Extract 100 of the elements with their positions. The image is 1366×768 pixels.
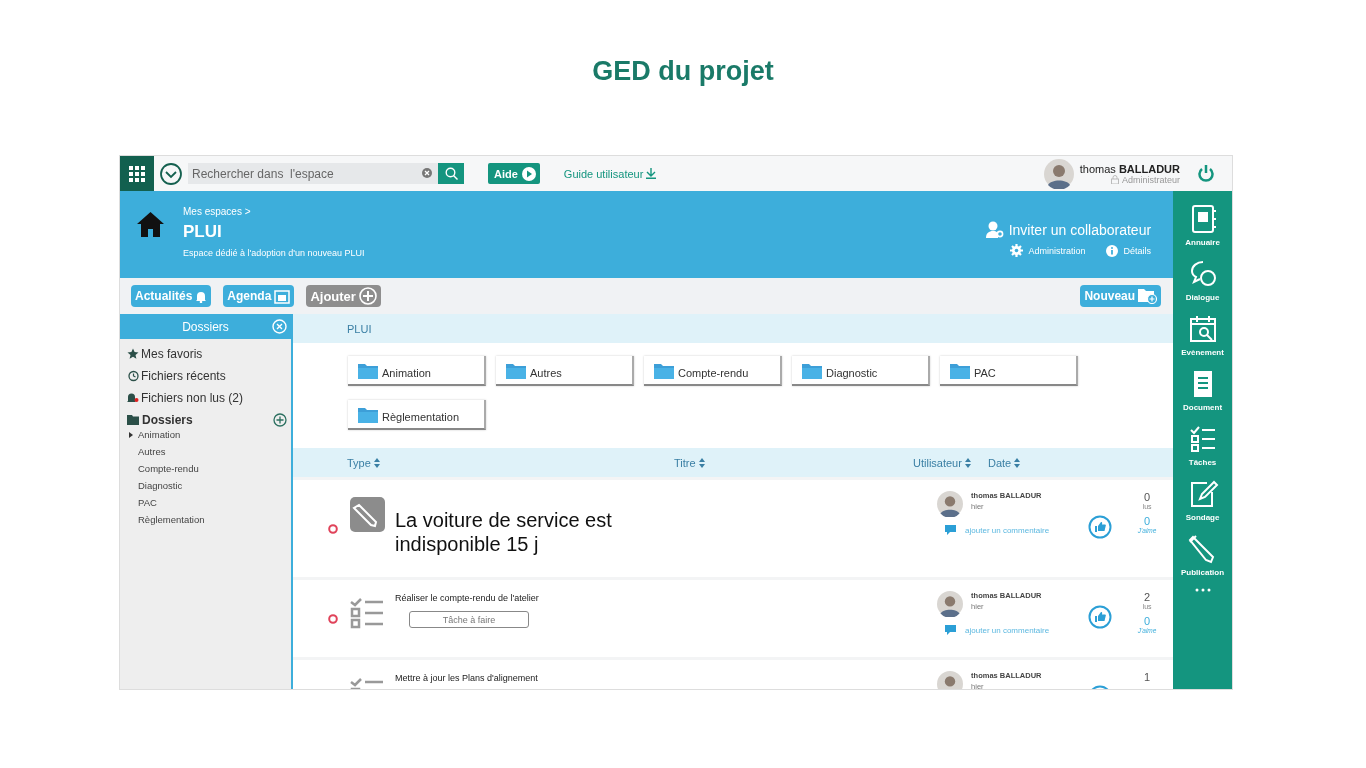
read-count: 1: [1144, 671, 1151, 683]
comment-icon: [945, 625, 957, 635]
user-name: thomas BALLADUR: [1079, 162, 1180, 175]
sort-icon: [964, 457, 971, 468]
search-button[interactable]: [438, 163, 464, 184]
folder-icon: [506, 363, 526, 379]
item-title[interactable]: Réaliser le compte-rendu de l'atelier: [395, 580, 938, 603]
slide-title: GED du projet: [591, 55, 775, 88]
sort-icon: [373, 457, 380, 468]
details-link[interactable]: Détails: [1123, 245, 1152, 256]
home-icon[interactable]: [137, 212, 164, 237]
comment-icon: [945, 525, 957, 535]
folder-tile[interactable]: PAC: [940, 356, 1078, 386]
folder-icon: [802, 363, 822, 379]
tree-item[interactable]: PAC: [138, 497, 157, 508]
apps-grid-button[interactable]: [120, 156, 154, 191]
tree-item[interactable]: Autres: [138, 446, 166, 457]
toolbar-button[interactable]: Actualités: [131, 285, 212, 307]
administration-link[interactable]: Administration: [1028, 245, 1086, 256]
tree-item[interactable]: Diagnostic: [138, 480, 183, 491]
avatar-icon: [1043, 158, 1074, 189]
thumbs-up-icon: [1087, 605, 1112, 629]
avatar-icon: [937, 591, 964, 617]
tree-root[interactable]: Dossiers: [142, 413, 193, 427]
add-folder-icon[interactable]: [273, 413, 287, 427]
folder-icon: [358, 407, 378, 423]
new-folder-icon: [1138, 288, 1158, 304]
folder-tile[interactable]: Autres: [496, 356, 634, 386]
column-header[interactable]: Type: [347, 456, 380, 469]
folder-tile[interactable]: Règlementation: [348, 400, 486, 430]
panel-link[interactable]: Mes favoris: [141, 347, 203, 361]
search-icon: [444, 167, 458, 180]
checklist-icon: [350, 597, 384, 631]
info-icon: [1105, 244, 1118, 257]
add-user-icon: [985, 221, 1004, 238]
side-menu-item[interactable]: Publication: [1181, 533, 1225, 577]
task-status-button[interactable]: Tâche à faire: [409, 611, 529, 628]
folder-tile[interactable]: Compte-rendu: [644, 356, 782, 386]
side-menu-item[interactable]: Dialogue: [1185, 258, 1220, 302]
tree-item[interactable]: Compte-rendu: [138, 463, 199, 474]
user-role: Administrateur: [1121, 174, 1180, 185]
calendar-icon: [274, 288, 291, 304]
side-menu-item[interactable]: Tâches: [1186, 423, 1219, 467]
toolbar-button[interactable]: Ajouter: [306, 285, 381, 307]
help-button[interactable]: Aide: [488, 163, 540, 184]
column-header[interactable]: Titre: [674, 456, 705, 469]
panel-link[interactable]: Fichiers récents: [141, 369, 226, 383]
plus-icon: [358, 287, 377, 305]
star-icon: [127, 348, 139, 360]
tree-item[interactable]: Règlementation: [138, 514, 205, 525]
guide-link[interactable]: Guide utilisateur: [563, 167, 657, 180]
breadcrumb-link[interactable]: Mes espaces >: [183, 206, 365, 217]
read-count: 0: [1144, 491, 1151, 503]
invite-link[interactable]: Inviter un collaborateur: [1008, 221, 1152, 238]
folder-icon: [654, 363, 674, 379]
panel-title: Dossiers: [182, 319, 229, 334]
item-title[interactable]: Mettre à jour les Plans d'alignement: [395, 660, 938, 683]
folder-icon: [358, 363, 378, 379]
tree-item[interactable]: Animation: [138, 429, 181, 440]
toolbar-button[interactable]: Agenda: [223, 285, 295, 307]
power-icon[interactable]: [1198, 165, 1214, 182]
more-icon[interactable]: [1194, 588, 1211, 592]
folder-icon: [950, 363, 970, 379]
chevron-down-icon[interactable]: [160, 162, 182, 185]
side-menu-item[interactable]: Evènement: [1181, 313, 1224, 357]
side-menu-item[interactable]: Sondage: [1185, 478, 1220, 522]
item-title[interactable]: La voiture de service est indisponible 15 j: [395, 480, 645, 556]
folder-tile[interactable]: Animation: [348, 356, 486, 386]
read-count: 2: [1144, 591, 1151, 603]
folder-tile[interactable]: Diagnostic: [792, 356, 930, 386]
avatar-icon: [937, 491, 964, 517]
side-menu-item[interactable]: Annuaire: [1185, 203, 1220, 247]
history-icon: [127, 370, 139, 382]
column-header[interactable]: Date: [988, 456, 1021, 469]
download-icon: [646, 168, 657, 179]
lock-icon: [1110, 175, 1119, 184]
comment-link[interactable]: ajouter un commentaire: [965, 625, 1050, 635]
sort-icon: [698, 457, 705, 468]
like-count: 0: [1144, 515, 1151, 527]
space-title: PLUI: [183, 222, 223, 242]
thumbs-up-icon: [1087, 515, 1112, 539]
panel-link[interactable]: Fichiers non lus (2): [141, 391, 244, 405]
bell-icon: [127, 392, 139, 404]
grid-icon: [129, 165, 145, 182]
pencil-icon: [350, 497, 385, 532]
side-menu-item[interactable]: Document: [1183, 368, 1223, 412]
close-icon[interactable]: [272, 319, 287, 334]
column-header[interactable]: Utilisateur: [913, 456, 971, 469]
like-count: 0: [1144, 615, 1151, 627]
expand-arrow-icon[interactable]: [128, 431, 134, 438]
new-button[interactable]: Nouveau: [1080, 285, 1162, 307]
comment-link[interactable]: ajouter un commentaire: [965, 525, 1050, 535]
space-description: Espace dédié à l'adoption d'un nouveau PLUI: [183, 248, 365, 258]
clear-icon[interactable]: [422, 168, 432, 178]
folder-icon: [127, 415, 139, 425]
bell-icon: [195, 289, 208, 303]
sort-icon: [1014, 457, 1021, 468]
search-field[interactable]: Rechercher dans l'espace: [188, 163, 438, 184]
settings-icon: [1009, 244, 1023, 257]
folder-path: PLUI: [347, 322, 372, 335]
